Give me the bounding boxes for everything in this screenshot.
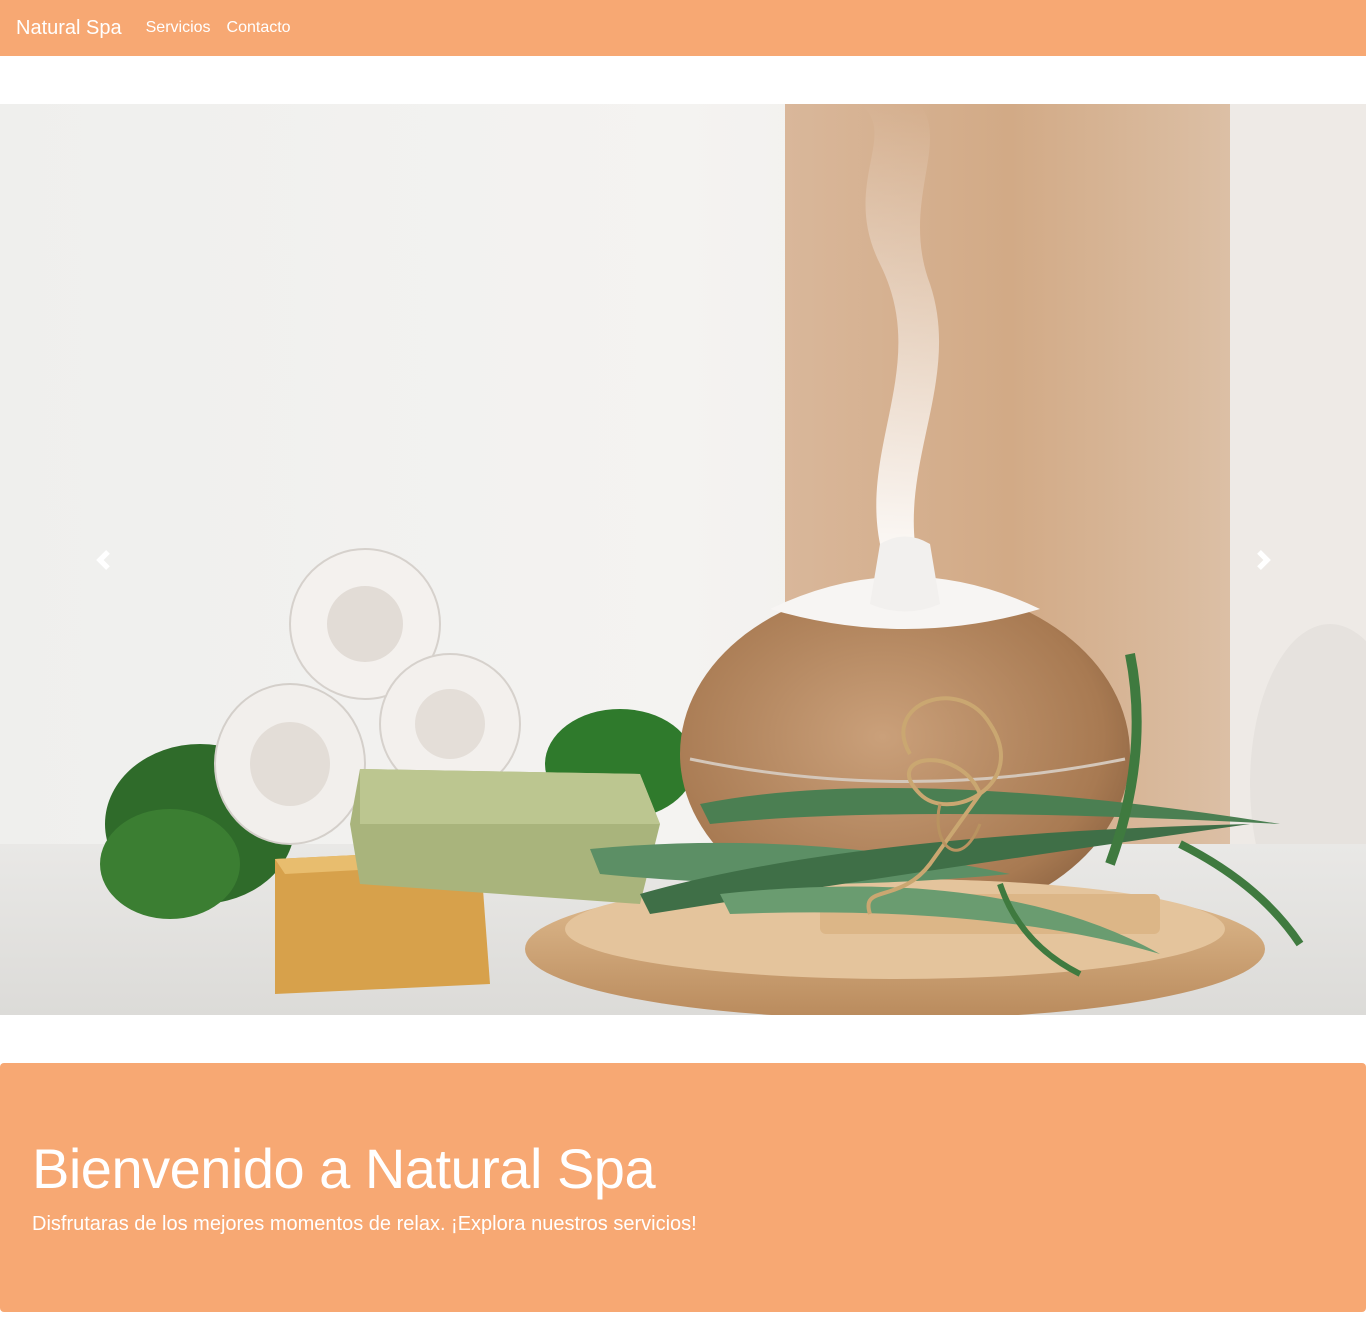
navbar: Natural Spa Servicios Contacto (0, 0, 1366, 56)
chevron-left-icon (95, 549, 110, 570)
hero-carousel (0, 104, 1366, 1015)
nav-link-contacto[interactable]: Contacto (227, 19, 291, 37)
welcome-jumbotron: Bienvenido a Natural Spa Disfrutaras de … (0, 1063, 1366, 1312)
welcome-lead: Disfrutaras de los mejores momentos de r… (32, 1213, 697, 1236)
carousel-prev-button[interactable] (0, 104, 205, 1015)
chevron-right-icon (1256, 549, 1271, 570)
welcome-title: Bienvenido a Natural Spa (32, 1137, 656, 1200)
carousel-next-button[interactable] (1161, 104, 1366, 1015)
brand-link[interactable]: Natural Spa (16, 17, 122, 40)
nav-link-servicios[interactable]: Servicios (146, 19, 211, 37)
